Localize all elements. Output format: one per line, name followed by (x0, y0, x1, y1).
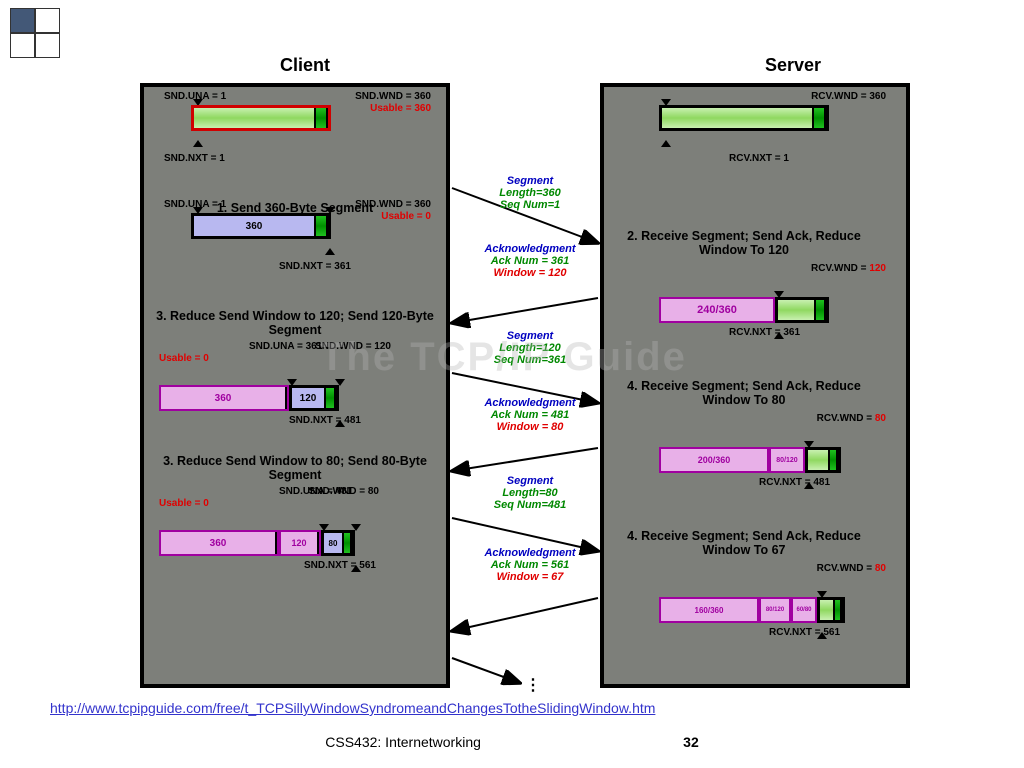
footer: CSS432: Internetworking 32 (0, 734, 1024, 750)
buffer-bar (609, 105, 901, 139)
ack-msg-1: AcknowledgmentAck Num = 361Window = 120 (460, 243, 600, 279)
client-step-3: 3. Reduce Send Window to 120; Send 120-B… (149, 307, 441, 433)
client-step-4: 3. Reduce Send Window to 80; Send 80-Byt… (149, 452, 441, 578)
client-step-1: SND.UNA = 1 SND.WND = 360 Usable = 360 S… (149, 91, 441, 196)
buffer-bar: 360 (149, 213, 441, 247)
client-step-2: SND.UNA = 1 SND.WND = 360 Usable = 0 360… (149, 199, 441, 294)
ack-msg-2: AcknowledgmentAck Num = 481Window = 80 (460, 397, 600, 433)
page-number: 32 (683, 734, 699, 750)
ack-msg-3: AcknowledgmentAck Num = 561Window = 67 (460, 547, 600, 583)
server-column: RCV.WND = 360 RCV.NXT = 1 2. Receive Seg… (600, 83, 910, 688)
server-step-4: 4. Receive Segment; Send Ack, Reduce Win… (609, 527, 901, 645)
snd-nxt-label: SND.NXT = 1 (164, 153, 225, 164)
server-step-2: 2. Receive Segment; Send Ack, Reduce Win… (609, 227, 901, 345)
server-step-3: 4. Receive Segment; Send Ack, Reduce Win… (609, 377, 901, 495)
ellipsis: ⋮ (525, 675, 541, 695)
source-url[interactable]: http://www.tcpipguide.com/free/t_TCPSill… (50, 700, 655, 716)
buffer-bar (149, 105, 441, 139)
buffer-bar: 360 120 80 (149, 530, 441, 564)
snd-wnd-label: SND.WND = 360 (355, 91, 431, 102)
slide-decoration (10, 8, 70, 63)
buffer-bar: 360 120 (149, 385, 441, 419)
segment-msg-1: SegmentLength=360Seq Num=1 (460, 175, 600, 211)
client-column: SND.UNA = 1 SND.WND = 360 Usable = 360 S… (140, 83, 450, 688)
buffer-bar: 200/360 80/120 (609, 447, 901, 481)
buffer-bar: 240/360 (609, 297, 901, 331)
course-label: CSS432: Internetworking (325, 734, 481, 750)
server-title: Server (765, 55, 821, 76)
message-arrows (450, 83, 600, 688)
buffer-bar: 160/360 80/120 60/80 (609, 597, 901, 631)
server-step-1: RCV.WND = 360 RCV.NXT = 1 (609, 91, 901, 153)
segment-msg-2: SegmentLength=120Seq Num=361 (460, 330, 600, 366)
diagram-area: Client Server SND.UNA = 1 SND.WND = 360 … (100, 55, 940, 695)
segment-msg-3: SegmentLength=80Seq Num=481 (460, 475, 600, 511)
client-title: Client (280, 55, 330, 76)
